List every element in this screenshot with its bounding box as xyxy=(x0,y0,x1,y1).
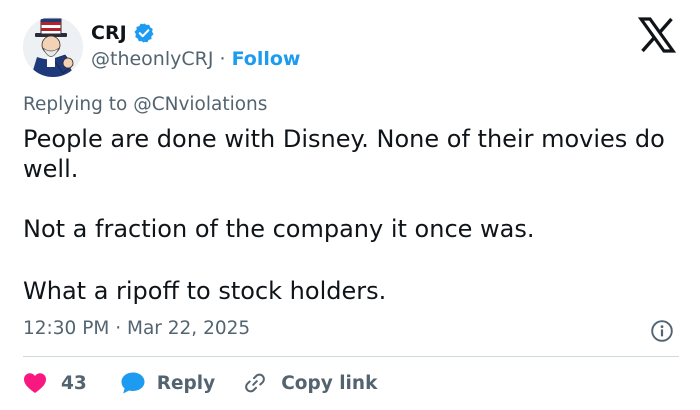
author-name[interactable]: CRJ xyxy=(91,21,127,45)
embedded-tweet-card: CRJ @theonlyCRJ · Follow Replying to @CN… xyxy=(0,0,700,410)
tweet-paragraph: Not a fraction of the company it once wa… xyxy=(23,215,535,243)
timestamp-separator: · xyxy=(115,318,122,339)
follow-button[interactable]: Follow xyxy=(232,48,301,70)
reply-label: Reply xyxy=(156,372,216,394)
like-button[interactable]: 43 xyxy=(23,372,87,394)
avatar[interactable] xyxy=(23,17,83,77)
author-name-row: CRJ xyxy=(91,21,155,45)
avatar-image xyxy=(23,17,83,77)
handle-separator: · xyxy=(219,48,226,70)
tweet-date: Mar 22, 2025 xyxy=(126,318,251,339)
reply-button[interactable]: Reply xyxy=(120,371,215,395)
divider xyxy=(23,356,679,357)
info-icon[interactable] xyxy=(650,319,674,343)
heart-icon xyxy=(24,373,46,393)
tweet-paragraph: People are done with Disney. None of the… xyxy=(23,125,665,183)
like-count: 43 xyxy=(61,372,87,394)
replying-to: Replying to @CNviolations xyxy=(23,93,267,117)
tweet-time: 12:30 PM xyxy=(23,318,110,339)
x-logo-icon[interactable] xyxy=(637,17,677,53)
replying-to-mention[interactable]: @CNviolations xyxy=(133,94,267,115)
author-handle-row: @theonlyCRJ · Follow xyxy=(91,47,301,71)
tweet-actions: 43 Reply Copy link xyxy=(23,367,377,399)
speech-bubble-icon xyxy=(121,372,145,394)
tweet-body: People are done with Disney. None of the… xyxy=(23,124,688,306)
replying-to-label: Replying to xyxy=(23,94,128,115)
link-icon xyxy=(245,373,266,393)
verified-badge-icon xyxy=(133,22,155,44)
copy-link-button[interactable]: Copy link xyxy=(243,371,377,395)
author-handle[interactable]: @theonlyCRJ xyxy=(91,48,213,70)
tweet-timestamp[interactable]: 12:30 PM · Mar 22, 2025 xyxy=(23,317,250,341)
tweet-paragraph: What a ripoff to stock holders. xyxy=(23,277,387,305)
copy-link-label: Copy link xyxy=(281,372,378,394)
